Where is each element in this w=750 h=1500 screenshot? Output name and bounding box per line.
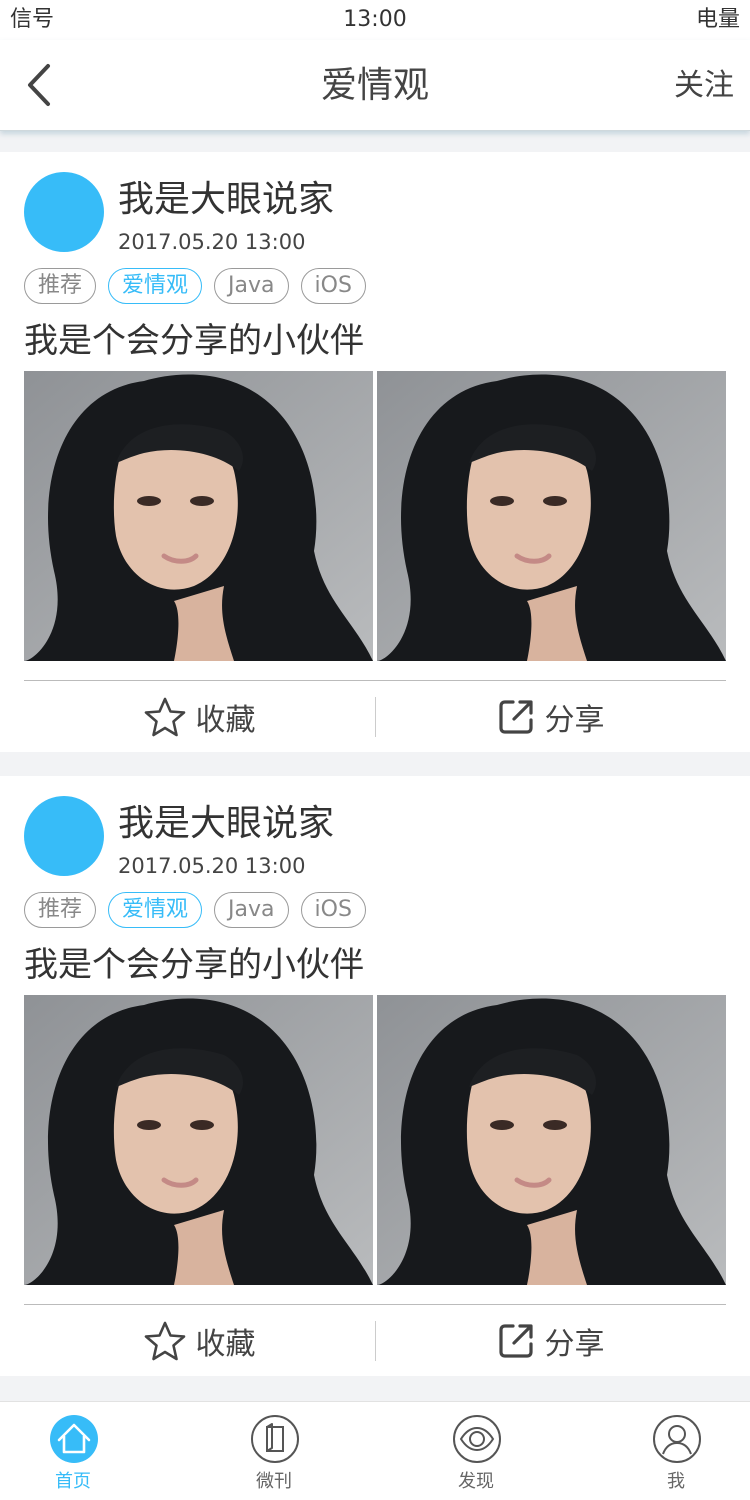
- favorite-button[interactable]: 收藏: [24, 681, 375, 753]
- favorite-label: 收藏: [195, 703, 256, 738]
- post-actions: 收藏 分享: [24, 1304, 726, 1377]
- tab-label: 我: [667, 1471, 685, 1492]
- tag-love-view[interactable]: 爱情观: [108, 892, 203, 928]
- tag-java[interactable]: Java: [214, 268, 289, 304]
- tab-label: 发现: [458, 1471, 494, 1492]
- tab-home[interactable]: 首页: [13, 1402, 133, 1500]
- post-card: 我是大眼说家 2017.05.20 13:00 推荐 爱情观 Java iOS …: [0, 152, 750, 752]
- status-bar: 信号 13:00 电量: [0, 0, 750, 40]
- author-name[interactable]: 我是大眼说家: [118, 178, 334, 222]
- avatar[interactable]: [24, 172, 104, 252]
- tag-ios[interactable]: iOS: [300, 892, 366, 928]
- post-text: 我是个会分享的小伙伴: [24, 945, 364, 985]
- follow-button[interactable]: 关注: [674, 66, 734, 106]
- chevron-left-icon: [28, 64, 50, 106]
- post-text: 我是个会分享的小伙伴: [24, 321, 364, 361]
- user-icon: [653, 1415, 701, 1463]
- tag-list: 推荐 爱情观 Java iOS: [24, 268, 366, 306]
- star-icon: [144, 1321, 185, 1361]
- tab-bar: 首页 微刊 发现 我: [0, 1401, 750, 1500]
- post-photo[interactable]: [377, 371, 726, 661]
- favorite-label: 收藏: [195, 1327, 256, 1362]
- star-icon: [144, 697, 185, 737]
- tab-magazine[interactable]: 微刊: [214, 1402, 334, 1500]
- tag-love-view[interactable]: 爱情观: [108, 268, 203, 304]
- post-photo[interactable]: [24, 371, 373, 661]
- post-actions: 收藏 分享: [24, 680, 726, 753]
- share-button[interactable]: 分享: [375, 1305, 726, 1377]
- tab-me[interactable]: 我: [616, 1402, 736, 1500]
- share-button[interactable]: 分享: [375, 681, 726, 753]
- tab-discover[interactable]: 发现: [416, 1402, 536, 1500]
- photo-grid: [24, 371, 726, 661]
- tag-ios[interactable]: iOS: [300, 268, 366, 304]
- tab-label: 微刊: [256, 1471, 292, 1492]
- share-label: 分享: [544, 703, 605, 738]
- post-date: 2017.05.20 13:00: [118, 854, 306, 878]
- status-time: 13:00: [343, 7, 407, 32]
- photo-grid: [24, 995, 726, 1285]
- favorite-button[interactable]: 收藏: [24, 1305, 375, 1377]
- share-label: 分享: [544, 1327, 605, 1362]
- home-icon: [50, 1415, 98, 1463]
- avatar[interactable]: [24, 796, 104, 876]
- tag-java[interactable]: Java: [214, 892, 289, 928]
- post-feed: 我是大眼说家 2017.05.20 13:00 推荐 爱情观 Java iOS …: [0, 152, 750, 1400]
- eye-icon: [453, 1415, 501, 1463]
- magazine-icon: [251, 1415, 299, 1463]
- tag-recommend[interactable]: 推荐: [24, 892, 97, 928]
- share-icon: [498, 700, 533, 734]
- battery-indicator: 电量: [695, 7, 740, 32]
- post-photo[interactable]: [24, 995, 373, 1285]
- author-name[interactable]: 我是大眼说家: [118, 802, 334, 846]
- post-photo[interactable]: [377, 995, 726, 1285]
- back-button[interactable]: [20, 58, 60, 112]
- post-date: 2017.05.20 13:00: [118, 230, 306, 254]
- navigation-bar: 爱情观 关注: [0, 40, 750, 131]
- share-icon: [498, 1324, 533, 1358]
- page-title: 爱情观: [320, 65, 429, 106]
- post-card: 我是大眼说家 2017.05.20 13:00 推荐 爱情观 Java iOS …: [0, 776, 750, 1376]
- tag-recommend[interactable]: 推荐: [24, 268, 97, 304]
- tag-list: 推荐 爱情观 Java iOS: [24, 892, 366, 930]
- tab-label: 首页: [55, 1471, 91, 1492]
